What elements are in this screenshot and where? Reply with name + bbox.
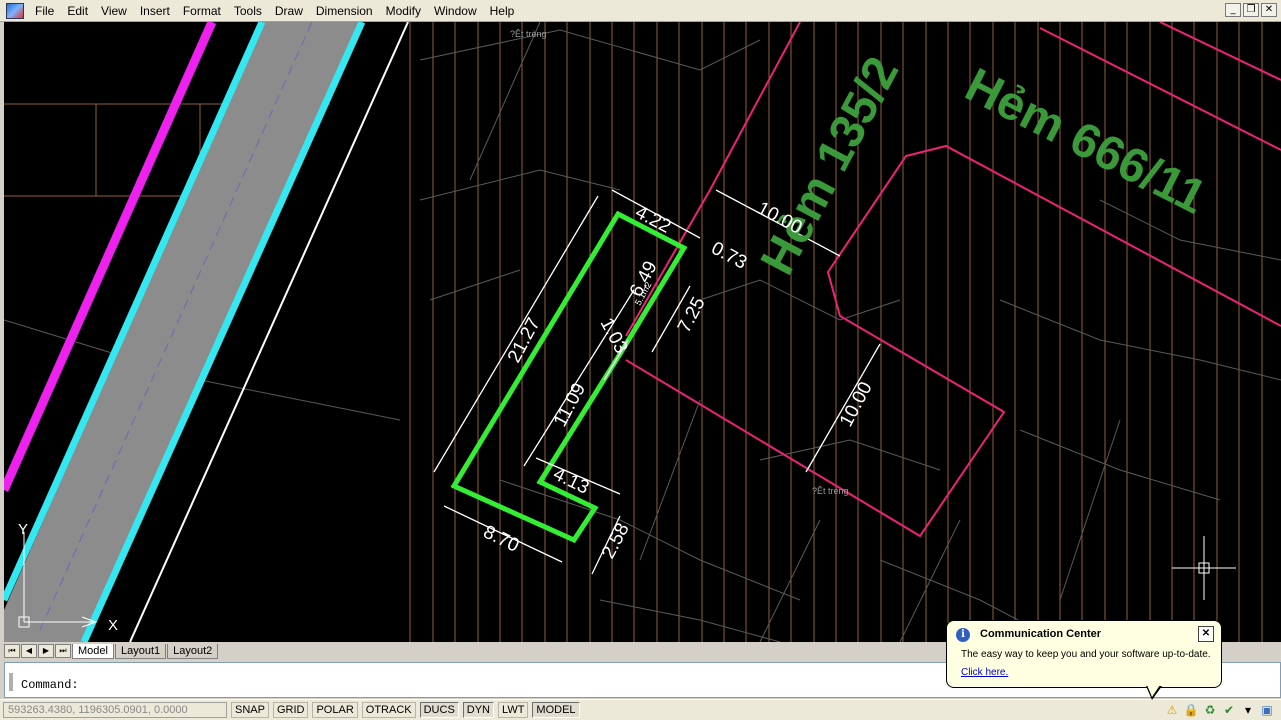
dyn-toggle[interactable]: DYN (462, 702, 495, 718)
next-tab-icon[interactable]: ▶ (38, 644, 54, 658)
menu-dimension[interactable]: Dimension (311, 1, 381, 21)
ucs-y-label: Y (18, 521, 28, 538)
tab-layout2[interactable]: Layout2 (167, 643, 219, 659)
menu-file[interactable]: File (30, 1, 62, 21)
menu-insert[interactable]: Insert (135, 1, 178, 21)
note-label-bottom: ?Êt trèng (812, 486, 849, 496)
status-tray: ⚠ 🔒 ♻ ✔ ▾ ▣ (1164, 702, 1275, 718)
drawing-canvas[interactable]: Hẻm 135/2 Hẻm 666/11 4.22 0.73 10.00 6.4… (4, 22, 1281, 642)
ucs-x-label: X (108, 617, 118, 634)
recycle-icon[interactable]: ♻ (1202, 702, 1218, 718)
restore-icon[interactable]: ❐ (1243, 3, 1259, 17)
note-label-top: ?Êt trèng (510, 29, 547, 39)
balloon-link[interactable]: Click here. (961, 667, 1008, 678)
menu-draw[interactable]: Draw (270, 1, 311, 21)
balloon-pointer-fill (1147, 685, 1160, 697)
lwt-toggle[interactable]: LWT (498, 702, 529, 718)
first-tab-icon[interactable]: ⏮ (4, 644, 20, 658)
minimize-icon[interactable]: _ (1225, 3, 1241, 17)
app-icon[interactable] (6, 2, 24, 19)
drawing-svg[interactable]: Hẻm 135/2 Hẻm 666/11 4.22 0.73 10.00 6.4… (4, 22, 1281, 642)
polar-toggle[interactable]: POLAR (312, 702, 358, 718)
warning-icon[interactable]: ⚠ (1164, 702, 1180, 718)
menu-tools[interactable]: Tools (229, 1, 270, 21)
clean-screen-icon[interactable]: ▣ (1259, 702, 1275, 718)
lock-icon[interactable]: 🔒 (1183, 702, 1199, 718)
menu-help[interactable]: Help (485, 1, 523, 21)
balloon-body: The easy way to keep you and your softwa… (961, 649, 1211, 660)
command-prompt[interactable]: Command: (21, 678, 79, 692)
info-icon: i (956, 628, 970, 642)
communication-center-balloon: i Communication Center ✕ The easy way to… (946, 620, 1222, 688)
ducs-toggle[interactable]: DUCS (419, 702, 459, 718)
grid-toggle[interactable]: GRID (272, 702, 309, 718)
balloon-close-button[interactable]: ✕ (1198, 626, 1214, 642)
chevron-down-icon[interactable]: ▾ (1240, 702, 1256, 718)
menu-format[interactable]: Format (178, 1, 229, 21)
trust-icon[interactable]: ✔ (1221, 702, 1237, 718)
balloon-title: Communication Center (980, 628, 1102, 640)
menu-bar: File Edit View Insert Format Tools Draw … (0, 0, 1281, 22)
menu-view[interactable]: View (96, 1, 135, 21)
menu-modify[interactable]: Modify (381, 1, 429, 21)
close-icon[interactable]: ✕ (1261, 3, 1277, 17)
coordinate-readout[interactable]: 593263.4380, 1196305.0901, 0.0000 (3, 702, 227, 718)
menu-window[interactable]: Window (429, 1, 485, 21)
prev-tab-icon[interactable]: ◀ (21, 644, 37, 658)
command-grip-icon[interactable] (9, 673, 13, 691)
tab-layout1[interactable]: Layout1 (114, 643, 167, 659)
snap-toggle[interactable]: SNAP (231, 702, 269, 718)
otrack-toggle[interactable]: OTRACK (361, 702, 416, 718)
model-toggle[interactable]: MODEL (532, 702, 580, 718)
tab-model[interactable]: Model (72, 643, 114, 659)
menu-edit[interactable]: Edit (62, 1, 96, 21)
last-tab-icon[interactable]: ⏭ (55, 644, 71, 658)
status-bar: 593263.4380, 1196305.0901, 0.0000 SNAP G… (0, 699, 1281, 720)
document-window-controls: _ ❐ ✕ (1225, 3, 1277, 17)
